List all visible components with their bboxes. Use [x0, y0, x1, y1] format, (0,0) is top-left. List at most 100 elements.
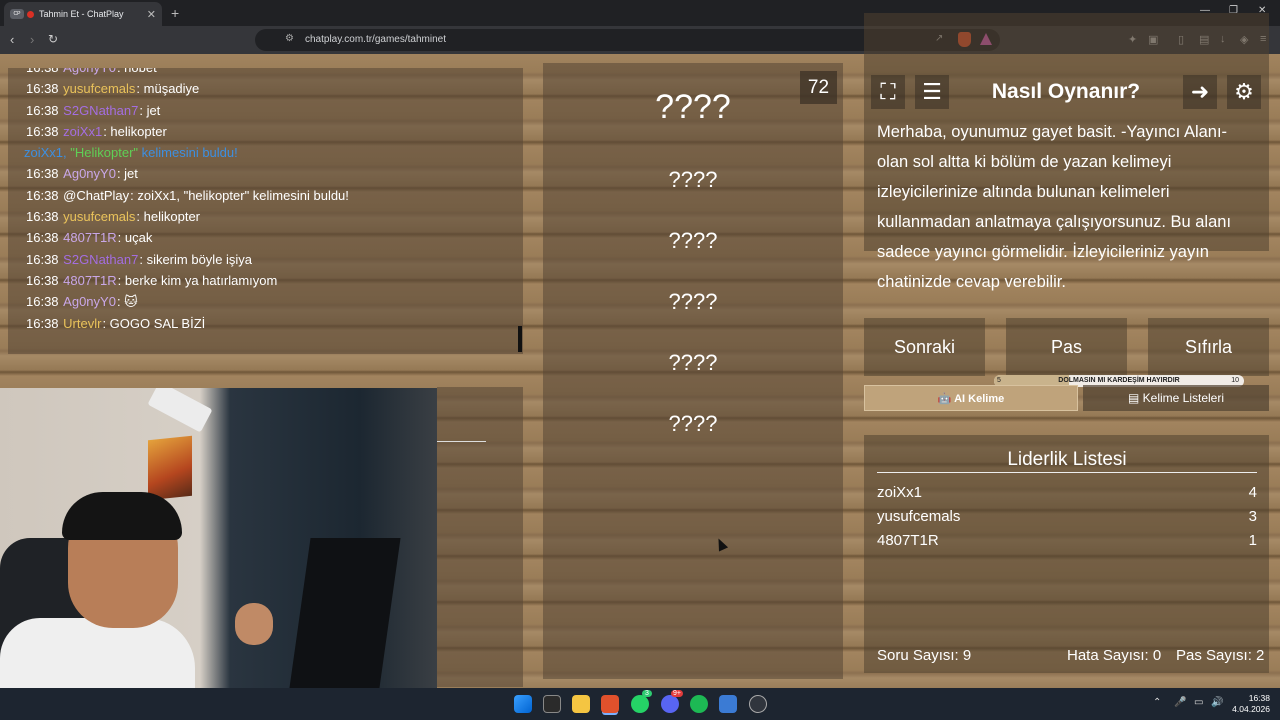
word-lists-button[interactable]: ▤ Kelime Listeleri — [1083, 385, 1269, 411]
close-tab-icon[interactable]: ✕ — [147, 8, 156, 21]
chat-text: : GOGO SAL BİZİ — [102, 315, 206, 331]
leaderboard-row: zoiXx1 4 — [877, 484, 1257, 501]
chat-text: : müşadiye — [136, 81, 200, 97]
settings-gear-icon[interactable]: ⚙ — [1227, 75, 1261, 109]
volume-icon[interactable]: 🔊 — [1211, 697, 1223, 708]
chat-time: 16:38 — [26, 209, 59, 225]
chat-message: 16:38 zoiXx1: helikopter — [26, 121, 523, 142]
obs-icon[interactable] — [749, 695, 767, 713]
chat-username[interactable]: Ag0nyY0 — [63, 68, 116, 75]
chat-username[interactable]: S2GNathan7 — [63, 103, 138, 118]
new-tab-icon[interactable]: + — [171, 5, 179, 21]
robot-icon: 🤖 — [937, 393, 952, 405]
error-count: Hata Sayısı: 0 — [1067, 647, 1162, 664]
chat-time: 16:38 — [26, 230, 59, 246]
chat-time: 16:38 — [26, 294, 59, 310]
player-name: 4807T1R — [877, 532, 939, 549]
emote-icon: 🐱 — [120, 294, 138, 310]
rules-icon[interactable]: ☰ — [915, 75, 949, 109]
reload-icon[interactable]: ↻ — [48, 32, 58, 46]
chat-time: 16:38 — [26, 102, 59, 118]
list-icon: ▤ — [1127, 391, 1140, 405]
chat-time: 16:38 — [26, 68, 59, 75]
chat-username[interactable]: yusufcemals — [63, 81, 135, 96]
hidden-forbidden-word: ???? — [668, 167, 718, 192]
tab-title: Tahmin Et - ChatPlay — [39, 9, 124, 19]
leaderboard-row: yusufcemals 3 — [877, 508, 1257, 525]
word-lists-label: Kelime Listeleri — [1142, 391, 1225, 405]
chat-time: 16:38 — [26, 123, 59, 139]
next-button[interactable]: Sonraki — [864, 318, 985, 376]
player-score: 3 — [1248, 508, 1257, 525]
forward-icon[interactable]: › — [30, 32, 34, 47]
chat-text: : jet — [116, 166, 138, 182]
chat-username[interactable]: 4807T1R — [63, 273, 116, 288]
recording-icon — [27, 10, 34, 18]
chat-message: 16:38 yusufcemals: müşadiye — [26, 78, 523, 99]
system-announcement: zoiXx1, "Helikopter" kelimesini buldu! — [24, 142, 523, 163]
reset-button[interactable]: Sıfırla — [1148, 318, 1269, 376]
chat-panel: 16:38 Ag0nyY0: nöbet16:38 yusufcemals: m… — [8, 68, 523, 354]
chat-message: 16:38 S2GNathan7: sikerim böyle işiya — [26, 249, 523, 270]
chat-time: 16:38 — [26, 81, 59, 97]
brave-browser-icon[interactable] — [601, 695, 619, 713]
chat-time: 16:38 — [26, 166, 59, 182]
browser-tab[interactable]: CP Tahmin Et - ChatPlay ✕ — [4, 2, 162, 26]
hidden-forbidden-word: ???? — [668, 411, 718, 436]
tray-chevron-icon[interactable]: ⌃ — [1153, 697, 1161, 708]
chat-username[interactable]: yusufcemals — [63, 209, 135, 224]
file-explorer-icon[interactable] — [572, 695, 590, 713]
pass-button[interactable]: Pas — [1006, 318, 1127, 376]
player-score: 4 — [1248, 484, 1257, 501]
discord-icon[interactable]: 9+ — [661, 690, 683, 713]
app-icon[interactable] — [719, 695, 737, 713]
streamer-area-panel — [437, 387, 523, 687]
chat-message: 16:38 Urtevlr: GOGO SAL BİZİ — [26, 313, 523, 334]
start-icon[interactable] — [514, 695, 532, 713]
chat-text: : helikopter — [103, 123, 167, 139]
chat-username[interactable]: S2GNathan7 — [63, 252, 138, 267]
chat-username[interactable]: @ChatPlay — [63, 188, 129, 203]
hidden-forbidden-word: ???? — [668, 228, 718, 253]
fullscreen-icon[interactable]: ⛶ — [871, 75, 905, 109]
chat-text: : nöbet — [117, 68, 157, 75]
chat-time: 16:38 — [26, 251, 59, 267]
chat-time: 16:38 — [26, 272, 59, 288]
task-view-icon[interactable] — [543, 695, 561, 713]
chat-message: 16:38 S2GNathan7: jet — [26, 100, 523, 121]
whatsapp-badge: 3 — [642, 690, 652, 697]
chat-text: : jet — [139, 102, 161, 118]
player-name: zoiXx1 — [877, 484, 923, 501]
logout-icon[interactable]: ➜ — [1183, 75, 1217, 109]
microphone-icon[interactable]: 🎤 — [1174, 697, 1186, 708]
system-word: "Helikopter" — [70, 145, 139, 161]
hidden-main-word: ???? — [655, 88, 731, 126]
chat-text: : zoiXx1, "helikopter" kelimesini buldu! — [130, 187, 349, 203]
spotify-icon[interactable] — [690, 695, 708, 713]
leaderboard-divider — [877, 472, 1257, 473]
site-info-icon[interactable]: ⚙ — [285, 33, 294, 44]
chat-username[interactable]: 4807T1R — [63, 230, 116, 245]
chat-username[interactable]: Urtevlr — [63, 316, 101, 331]
chat-text: : uçak — [117, 230, 153, 246]
player-name: yusufcemals — [877, 508, 961, 525]
question-count: Soru Sayısı: 9 — [877, 647, 972, 664]
ai-word-button[interactable]: 🤖 AI Kelime — [864, 385, 1078, 411]
hidden-forbidden-word: ???? — [668, 289, 718, 314]
chat-username[interactable]: zoiXx1 — [63, 124, 102, 139]
clock[interactable]: 16:38 4.04.2026 — [1228, 693, 1270, 715]
ai-word-label: AI Kelime — [954, 393, 1005, 405]
hidden-forbidden-word: ???? — [668, 350, 718, 375]
chat-scrollbar[interactable] — [518, 326, 522, 352]
network-icon[interactable]: ▭ — [1194, 697, 1203, 708]
how-to-play-text: Merhaba, oyunumuz gayet basit. -Yayıncı … — [877, 123, 1232, 291]
chat-message: 16:38 yusufcemals: helikopter — [26, 206, 523, 227]
whatsapp-icon[interactable]: 3 — [631, 690, 652, 713]
clock-date: 4.04.2026 — [1232, 704, 1270, 714]
chat-username[interactable]: Ag0nyY0 — [63, 166, 116, 181]
back-icon[interactable]: ‹ — [10, 32, 14, 47]
pass-count: Pas Sayısı: 2 — [1176, 647, 1265, 664]
chat-time: 16:38 — [26, 187, 59, 203]
chat-username[interactable]: Ag0nyY0 — [63, 294, 116, 309]
chat-time: 16:38 — [26, 315, 59, 331]
